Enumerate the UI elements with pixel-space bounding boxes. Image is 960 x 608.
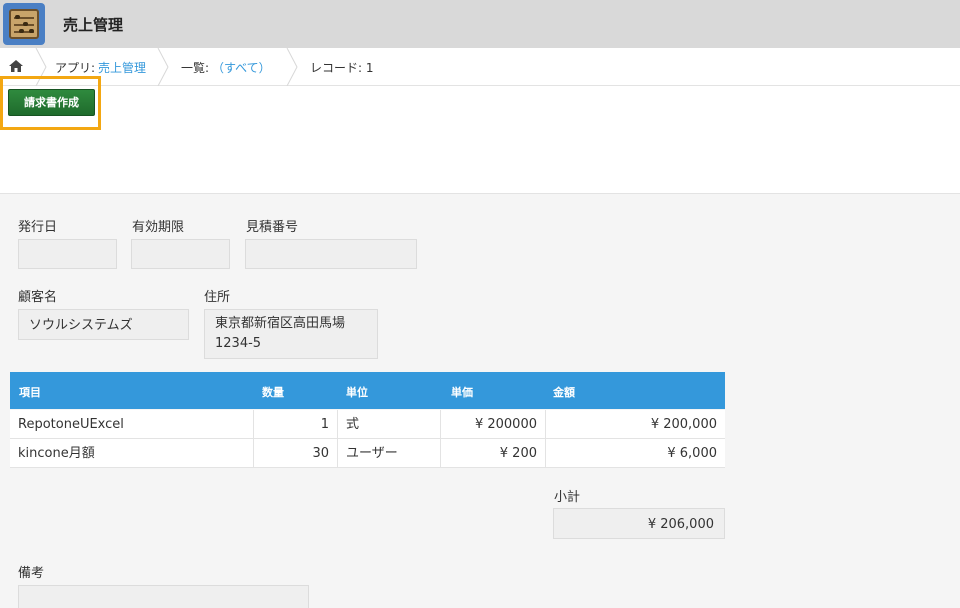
cell-amount: ¥ 200,000: [650, 417, 717, 432]
breadcrumb-separator-icon: [286, 48, 298, 86]
breadcrumb-app-prefix: アプリ:: [55, 61, 96, 75]
breadcrumb-list-link[interactable]: （すべて）: [212, 59, 271, 76]
column-header-unit: 単位: [346, 386, 368, 399]
breadcrumb-record: レコード: 1: [310, 61, 374, 75]
cell-amount: ¥ 6,000: [667, 446, 717, 461]
abacus-icon[interactable]: [3, 3, 45, 45]
cell-quantity: 1: [254, 410, 338, 439]
cell-unit-price: ¥ 200000: [441, 410, 546, 439]
expiry-label: 有効期限: [132, 220, 185, 235]
quote-number-label: 見積番号: [246, 220, 299, 235]
expiry-field[interactable]: [131, 239, 230, 269]
subtotal-label: 小計: [554, 490, 581, 505]
breadcrumb-separator-icon: [157, 48, 169, 86]
cell-item: kincone月額: [10, 439, 254, 468]
customer-name-field[interactable]: ソウルシステムズ: [18, 309, 189, 340]
column-header-amount: 金額: [553, 386, 575, 399]
notes-field[interactable]: [18, 585, 309, 608]
subtotal-field[interactable]: ¥ 206,000: [553, 508, 725, 539]
column-header-quantity: 数量: [262, 386, 284, 399]
app-header: 売上管理: [0, 0, 960, 48]
cell-unit-price: ¥ 200: [441, 439, 546, 468]
column-header-unit-price: 単価: [451, 386, 473, 399]
table-row[interactable]: kincone月額 30 ユーザー ¥ 200 ¥ 6,000: [10, 439, 725, 468]
breadcrumb-list-prefix: 一覧:: [181, 61, 210, 75]
table-row[interactable]: RepotoneUExcel 1 式 ¥ 200000 ¥ 200,000: [10, 410, 725, 439]
home-icon[interactable]: [8, 59, 24, 73]
cell-unit: ユーザー: [338, 439, 441, 468]
customer-name-label: 顧客名: [18, 290, 58, 305]
issue-date-field[interactable]: [18, 239, 117, 269]
cell-quantity: 30: [254, 439, 338, 468]
column-header-item: 項目: [19, 386, 41, 399]
cell-unit: 式: [338, 410, 441, 439]
breadcrumb-app-link[interactable]: 売上管理: [98, 59, 146, 76]
toolbar: [0, 86, 960, 194]
app-title: 売上管理: [63, 16, 124, 34]
cell-item: RepotoneUExcel: [10, 410, 254, 439]
create-invoice-button[interactable]: 請求書作成: [8, 89, 95, 116]
breadcrumb: アプリ: 売上管理 一覧: （すべて） レコード: 1: [0, 48, 960, 86]
notes-label: 備考: [18, 566, 45, 581]
table-header: 項目 数量 単位 単価 金額: [10, 372, 725, 409]
issue-date-label: 発行日: [18, 220, 58, 235]
quote-number-field[interactable]: [245, 239, 417, 269]
address-field[interactable]: 東京都新宿区高田馬場 1234-5: [204, 309, 378, 359]
address-label: 住所: [204, 290, 231, 305]
